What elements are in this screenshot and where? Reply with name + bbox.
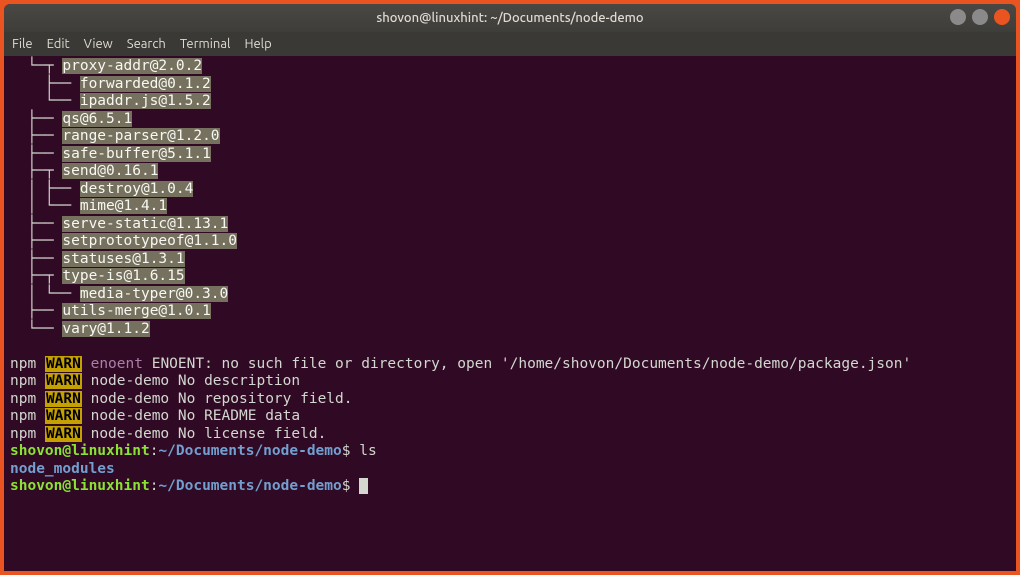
- menu-edit[interactable]: Edit: [47, 37, 70, 51]
- window-controls: [950, 9, 1010, 25]
- window-title: shovon@linuxhint: ~/Documents/node-demo: [376, 11, 643, 25]
- cursor: [359, 478, 368, 494]
- menu-help[interactable]: Help: [244, 37, 271, 51]
- titlebar[interactable]: shovon@linuxhint: ~/Documents/node-demo: [4, 4, 1016, 32]
- menu-search[interactable]: Search: [127, 37, 166, 51]
- minimize-button[interactable]: [950, 9, 966, 25]
- close-button[interactable]: [994, 9, 1010, 25]
- menu-terminal[interactable]: Terminal: [180, 37, 231, 51]
- terminal-window: shovon@linuxhint: ~/Documents/node-demo …: [4, 4, 1016, 571]
- terminal-output[interactable]: └─┬ proxy-addr@2.0.2 ├── forwarded@0.1.2…: [4, 56, 1016, 571]
- maximize-button[interactable]: [972, 9, 988, 25]
- menu-view[interactable]: View: [84, 37, 113, 51]
- menu-file[interactable]: File: [12, 37, 33, 51]
- menubar: File Edit View Search Terminal Help: [4, 32, 1016, 56]
